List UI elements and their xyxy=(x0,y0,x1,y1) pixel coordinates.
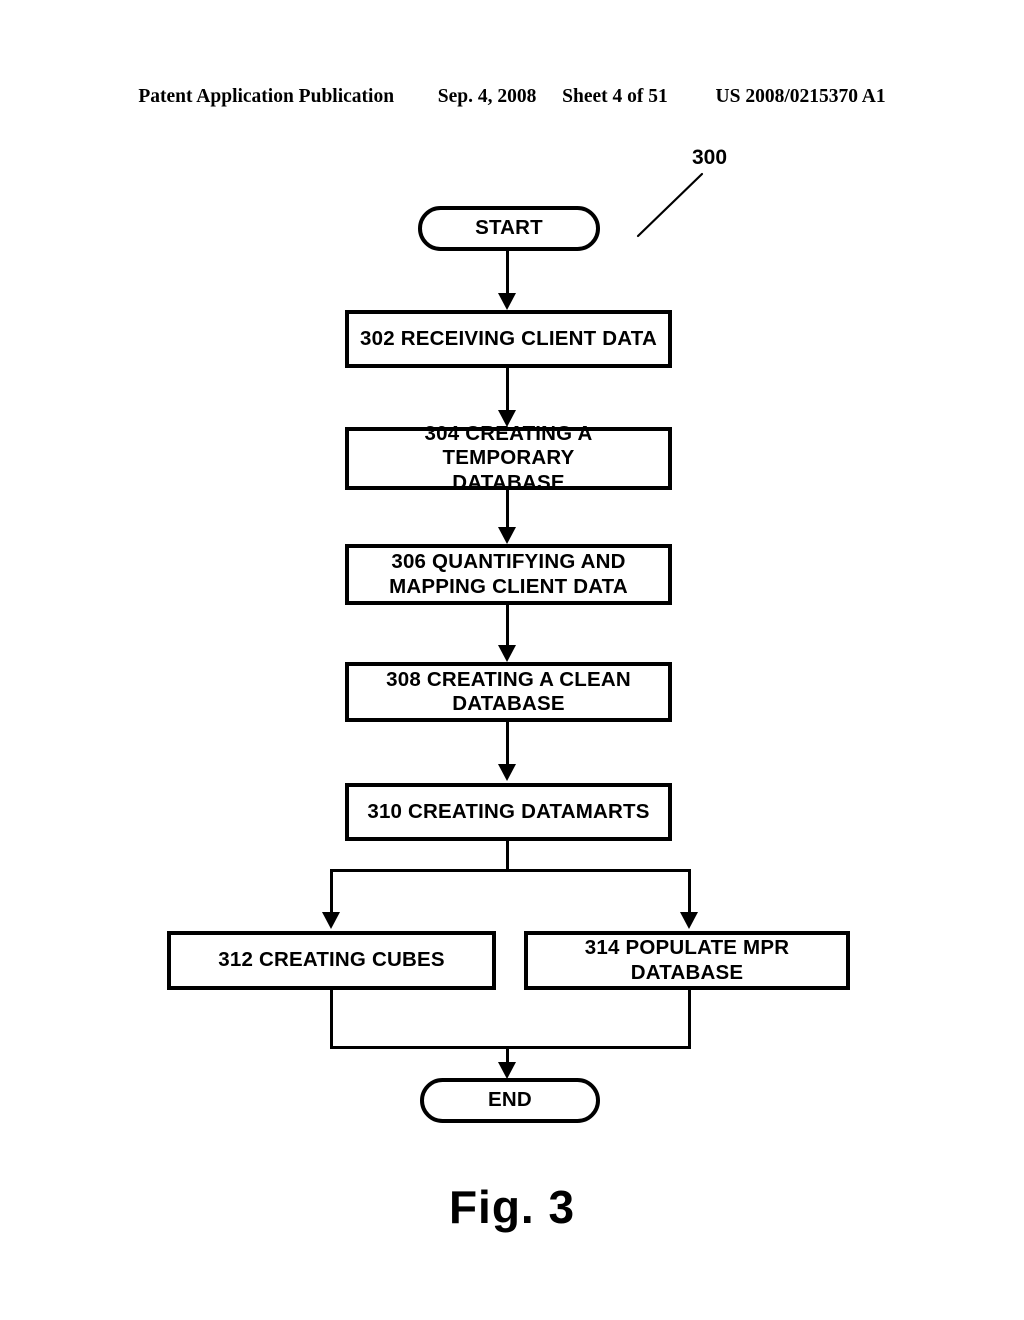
node-308-creating-clean-database: 308 CREATING A CLEAN DATABASE xyxy=(345,662,672,722)
node-304-line1: 304 CREATING A TEMPORARY xyxy=(424,422,593,470)
node-304-creating-temporary-database: 304 CREATING A TEMPORARY DATABASE xyxy=(345,422,672,494)
node-302-receiving-client-data: 302 RECEIVING CLIENT DATA xyxy=(345,310,672,368)
node-308-label: 308 CREATING A CLEAN DATABASE xyxy=(378,668,639,716)
connector-312-merge-drop xyxy=(330,990,333,1048)
node-306-quantifying-mapping-client-data: 306 QUANTIFYING AND MAPPING CLIENT DATA xyxy=(345,544,672,605)
node-314-populate-mpr-database: 314 POPULATE MPR DATABASE xyxy=(524,931,850,990)
node-start-label: START xyxy=(475,216,543,240)
node-308-line1: 308 CREATING A CLEAN xyxy=(386,667,631,691)
arrowhead-304-to-306 xyxy=(498,527,516,544)
connector-310-split-bus xyxy=(330,869,691,872)
reference-numeral-300: 300 xyxy=(692,146,728,169)
connector-310-split-stem xyxy=(506,841,509,872)
node-312-creating-cubes: 312 CREATING CUBES xyxy=(167,931,496,990)
connector-302-to-304 xyxy=(506,368,509,413)
arrowhead-308-to-310 xyxy=(498,764,516,781)
figure-caption: Fig. 3 xyxy=(448,1181,576,1233)
arrowhead-split-to-314 xyxy=(680,912,698,929)
header-publication: Patent Application Publication xyxy=(138,86,395,107)
connector-314-merge-drop xyxy=(688,990,691,1048)
reference-leader-line xyxy=(636,172,704,238)
node-306-line2: MAPPING CLIENT DATA xyxy=(389,574,628,598)
node-start: START xyxy=(418,206,600,251)
node-end-label: END xyxy=(488,1088,532,1112)
header-date: Sep. 4, 2008 xyxy=(437,86,537,107)
connector-start-to-302 xyxy=(506,251,509,295)
arrowhead-split-to-312 xyxy=(322,912,340,929)
node-end: END xyxy=(420,1078,600,1123)
node-306-line1: 306 QUANTIFYING AND xyxy=(391,550,626,574)
header-patent-number: US 2008/0215370 A1 xyxy=(715,86,886,107)
node-314-label: 314 POPULATE MPR DATABASE xyxy=(584,936,790,984)
connector-split-left-drop xyxy=(330,869,333,914)
arrowhead-merge-to-end xyxy=(498,1062,516,1079)
node-308-line2: DATABASE xyxy=(452,692,565,715)
patent-drawing-page: Patent Application Publication Sep. 4, 2… xyxy=(0,0,1024,1320)
node-310-creating-datamarts: 310 CREATING DATAMARTS xyxy=(345,783,672,841)
patent-header: Patent Application Publication Sep. 4, 2… xyxy=(0,86,1024,108)
header-sheet: Sheet 4 of 51 xyxy=(562,86,668,107)
connector-304-to-306 xyxy=(506,490,509,532)
connector-split-right-drop xyxy=(688,869,691,914)
connector-merge-bus xyxy=(330,1046,691,1049)
node-310-label: 310 CREATING DATAMARTS xyxy=(367,799,650,823)
node-302-label: 302 RECEIVING CLIENT DATA xyxy=(360,326,657,350)
node-312-label: 312 CREATING CUBES xyxy=(218,948,445,972)
connector-306-to-308 xyxy=(506,605,509,647)
arrowhead-306-to-308 xyxy=(498,645,516,662)
arrowhead-start-to-302 xyxy=(498,293,516,310)
connector-308-to-310 xyxy=(506,722,509,766)
node-304-label: 304 CREATING A TEMPORARY DATABASE xyxy=(349,422,668,495)
node-306-label: 306 QUANTIFYING AND MAPPING CLIENT DATA xyxy=(381,550,636,598)
